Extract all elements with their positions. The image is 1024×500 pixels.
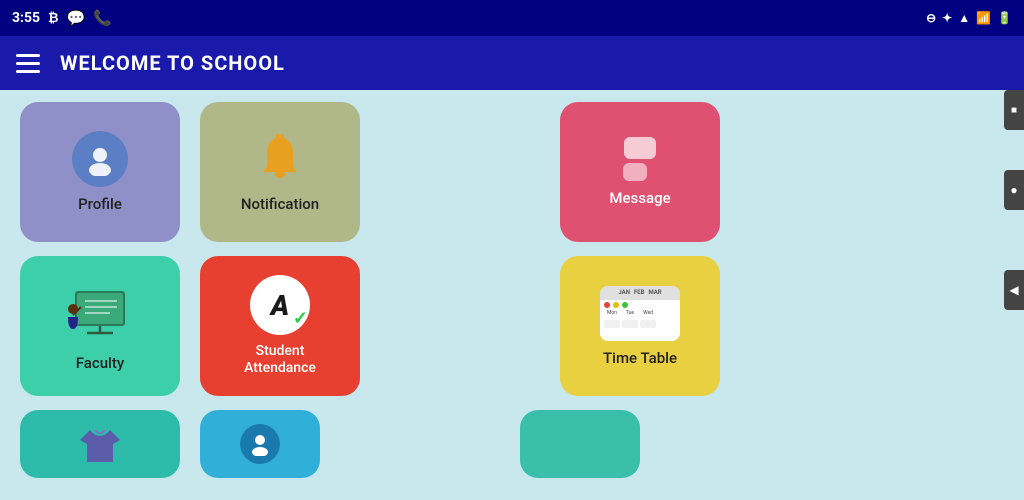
attendance-label: Student Attendance (244, 343, 316, 377)
top-bar: WELCOME TO SCHOOL (0, 36, 1024, 90)
bottom-card-2[interactable] (200, 410, 320, 478)
status-bar: 3:55 ₿ 💬 📞 ⊖ ✦ ▲ 📶 🔋 (0, 0, 1024, 36)
main-content: Profile Notification Message (0, 90, 1024, 500)
message-icon (623, 137, 657, 181)
grid-row-3 (20, 410, 1004, 478)
bitcoin-icon: ₿ (48, 10, 59, 26)
attendance-icon: A ✓ (250, 275, 310, 335)
circle-icon: ● (1010, 183, 1017, 197)
bottom-card-3[interactable] (520, 410, 640, 478)
circle-button[interactable]: ● (1004, 170, 1024, 210)
bottom-person-icon (240, 424, 280, 464)
bell-icon (255, 132, 305, 187)
back-button[interactable]: ◀ (1004, 270, 1024, 310)
faculty-label: Faculty (76, 354, 124, 372)
profile-card[interactable]: Profile (20, 102, 180, 242)
timetable-card[interactable]: JAN FEB MAR Mon Tue Wed (560, 256, 720, 396)
back-arrow-icon: ◀ (1009, 283, 1018, 297)
square-icon: ■ (1011, 105, 1017, 116)
timetable-label: Time Table (603, 349, 677, 367)
attendance-check: ✓ (293, 308, 308, 329)
person-icon (248, 432, 272, 456)
uniform-icon (75, 422, 125, 467)
faculty-icon (65, 281, 135, 346)
attendance-letter: A (271, 289, 290, 322)
phone-icon: 📞 (93, 9, 112, 27)
side-buttons: ■ ● ◀ (1004, 90, 1024, 310)
profile-icon-circle (72, 131, 128, 187)
message-card[interactable]: Message (560, 102, 720, 242)
timetable-icon: JAN FEB MAR Mon Tue Wed (600, 286, 680, 341)
app-title: WELCOME TO SCHOOL (60, 51, 285, 75)
chat-icon: 💬 (67, 9, 86, 27)
grid-row-2: Faculty A ✓ Student Attendance JAN FEB M… (20, 256, 1004, 396)
bottom-card-1[interactable] (20, 410, 180, 478)
signal-icon: 📶 (976, 11, 991, 25)
status-time: 3:55 (12, 10, 40, 26)
do-not-disturb-icon: ⊖ (926, 11, 936, 25)
hamburger-menu[interactable] (16, 54, 40, 73)
msg-bubble-small (623, 163, 647, 181)
notification-label: Notification (241, 195, 319, 213)
message-label: Message (609, 189, 670, 207)
profile-label: Profile (78, 195, 122, 213)
bluetooth-icon: ✦ (942, 11, 952, 25)
msg-bubble-large (624, 137, 656, 159)
notification-card[interactable]: Notification (200, 102, 360, 242)
wifi-icon: ▲ (958, 11, 970, 25)
faculty-card[interactable]: Faculty (20, 256, 180, 396)
battery-icon: 🔋 (997, 11, 1012, 25)
square-button[interactable]: ■ (1004, 90, 1024, 130)
attendance-card[interactable]: A ✓ Student Attendance (200, 256, 360, 396)
grid-row-1: Profile Notification Message (20, 102, 1004, 242)
profile-icon (83, 142, 117, 176)
